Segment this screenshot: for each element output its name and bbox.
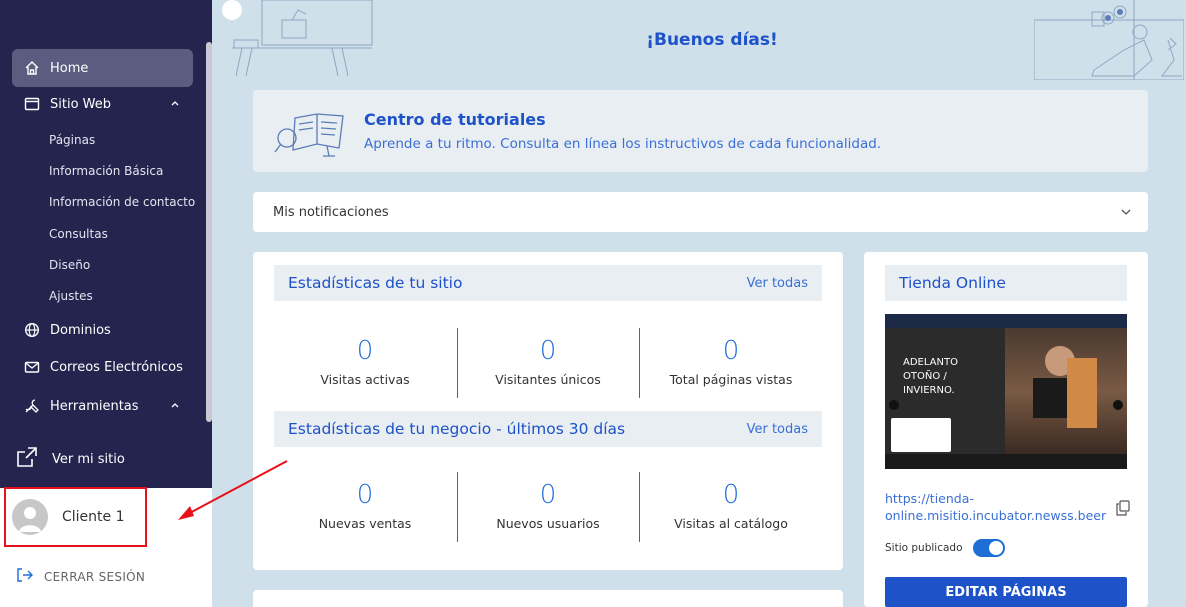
stat-unique-visitors: 0 Visitantes únicos xyxy=(458,336,638,387)
stat-label: Total páginas vistas xyxy=(669,372,793,387)
statistics-card: Estadísticas de tu sitio Ver todas 0 Vis… xyxy=(253,252,843,570)
logout-icon xyxy=(16,567,34,586)
logout-button[interactable]: CERRAR SESIÓN xyxy=(16,567,145,586)
sidebar-subitem-design[interactable]: Diseño xyxy=(49,258,90,272)
envelope-icon xyxy=(24,359,40,375)
preview-banner-line: ADELANTO xyxy=(903,357,958,368)
browser-window-icon xyxy=(24,96,40,112)
stat-value: 0 xyxy=(356,480,374,510)
stat-divider xyxy=(639,328,640,398)
sidebar-subitem-contact-info[interactable]: Información de contacto xyxy=(49,195,195,209)
preview-model-photo xyxy=(1005,328,1127,454)
tools-icon xyxy=(24,398,40,414)
sidebar-item-label: Dominios xyxy=(50,322,111,338)
stat-label: Nuevas ventas xyxy=(318,516,412,531)
avatar xyxy=(12,499,48,535)
sidebar-item-label: Herramientas xyxy=(50,398,139,414)
sidebar-subitem-settings[interactable]: Ajustes xyxy=(49,289,93,303)
stat-new-sales: 0 Nuevas ventas xyxy=(275,480,455,531)
preview-navbar xyxy=(885,314,1127,328)
online-store-card: Tienda Online ADELANTO OTOÑO / INVIERNO.… xyxy=(864,252,1148,607)
store-preview-thumbnail[interactable]: ADELANTO OTOÑO / INVIERNO. xyxy=(885,314,1127,469)
stat-catalog-visits: 0 Visitas al catálogo xyxy=(641,480,821,531)
sidebar: Home Sitio Web Páginas Información Básic… xyxy=(0,0,212,607)
home-icon xyxy=(24,60,40,76)
notifications-label: Mis notificaciones xyxy=(273,204,389,220)
preview-taskbar xyxy=(885,454,1127,469)
view-site-label: Ver mi sitio xyxy=(52,451,125,467)
sidebar-item-home[interactable]: Home xyxy=(12,49,193,87)
online-store-title: Tienda Online xyxy=(899,274,1006,292)
logout-label: CERRAR SESIÓN xyxy=(44,569,146,584)
stat-label: Visitas activas xyxy=(320,372,410,387)
preview-prev-arrow-icon xyxy=(889,400,899,410)
chevron-down-icon[interactable] xyxy=(1120,207,1132,217)
stat-label: Visitas al catálogo xyxy=(674,516,788,531)
bottom-card xyxy=(253,590,843,607)
book-magnifier-illustration-icon xyxy=(274,113,344,157)
stat-total-pageviews: 0 Total páginas vistas xyxy=(641,336,821,387)
preview-banner-text: ADELANTO OTOÑO / INVIERNO. xyxy=(903,356,973,398)
person-with-laptop-illustration-icon xyxy=(1034,0,1184,80)
preview-cookie-notice xyxy=(891,418,951,452)
stat-label: Visitantes únicos xyxy=(495,372,601,387)
business-stats-title: Estadísticas de tu negocio - últimos 30 … xyxy=(288,420,626,438)
store-url-link[interactable]: https://tienda-online.misitio.incubator.… xyxy=(885,490,1106,524)
tutorials-title[interactable]: Centro de tutoriales xyxy=(364,110,546,129)
business-stats-header: Estadísticas de tu negocio - últimos 30 … xyxy=(274,411,822,447)
preview-banner-line: INVIERNO. xyxy=(903,385,955,396)
chevron-up-icon[interactable] xyxy=(169,97,181,109)
globe-icon xyxy=(24,322,40,338)
chevron-up-icon[interactable] xyxy=(169,399,181,411)
sidebar-item-label: Sitio Web xyxy=(50,96,112,112)
stat-label: Nuevos usuarios xyxy=(496,516,600,531)
tutorials-description: Aprende a tu ritmo. Consulta en línea lo… xyxy=(364,136,882,152)
edit-pages-button[interactable]: EDITAR PÁGINAS xyxy=(885,577,1127,607)
preview-next-arrow-icon xyxy=(1113,400,1123,410)
view-site-link[interactable]: Ver mi sitio xyxy=(16,446,125,472)
stat-divider xyxy=(639,472,640,542)
sidebar-subitem-basic-info[interactable]: Información Básica xyxy=(49,164,163,178)
sidebar-item-label: Home xyxy=(50,60,89,76)
sidebar-subitem-pages[interactable]: Páginas xyxy=(49,133,95,147)
sidebar-item-emails[interactable]: Correos Electrónicos xyxy=(12,348,193,386)
site-published-label: Sitio publicado xyxy=(885,542,963,554)
sidebar-item-domains[interactable]: Dominios xyxy=(12,311,193,349)
site-stats-header: Estadísticas de tu sitio Ver todas xyxy=(274,265,822,301)
business-stats-view-all-link[interactable]: Ver todas xyxy=(747,422,808,437)
stat-value: 0 xyxy=(539,336,557,366)
sidebar-scrollbar[interactable] xyxy=(206,42,212,422)
stat-value: 0 xyxy=(356,336,374,366)
site-stats-title: Estadísticas de tu sitio xyxy=(288,274,463,292)
online-store-header: Tienda Online xyxy=(885,265,1127,301)
greeting-banner: ¡Buenos días! xyxy=(212,0,1186,80)
site-stats-view-all-link[interactable]: Ver todas xyxy=(747,276,808,291)
sidebar-item-website[interactable]: Sitio Web xyxy=(12,85,193,123)
site-published-toggle-row: Sitio publicado xyxy=(885,539,1005,557)
user-name: Cliente 1 xyxy=(62,509,125,525)
stat-new-users: 0 Nuevos usuarios xyxy=(458,480,638,531)
sidebar-item-label: Correos Electrónicos xyxy=(50,359,183,375)
stat-value: 0 xyxy=(722,336,740,366)
site-published-toggle[interactable] xyxy=(972,539,1005,557)
sidebar-item-tools[interactable]: Herramientas xyxy=(12,387,193,425)
tutorials-banner[interactable]: Centro de tutoriales Aprende a tu ritmo.… xyxy=(253,90,1148,172)
stat-value: 0 xyxy=(722,480,740,510)
stat-value: 0 xyxy=(539,480,557,510)
user-profile[interactable]: Cliente 1 xyxy=(4,487,147,547)
external-link-icon xyxy=(16,446,38,472)
sidebar-subitem-queries[interactable]: Consultas xyxy=(49,227,108,241)
copy-icon[interactable] xyxy=(1116,500,1130,516)
preview-banner-line: OTOÑO / xyxy=(903,371,947,382)
stat-active-visits: 0 Visitas activas xyxy=(275,336,455,387)
notifications-dropdown[interactable]: Mis notificaciones xyxy=(253,192,1148,232)
